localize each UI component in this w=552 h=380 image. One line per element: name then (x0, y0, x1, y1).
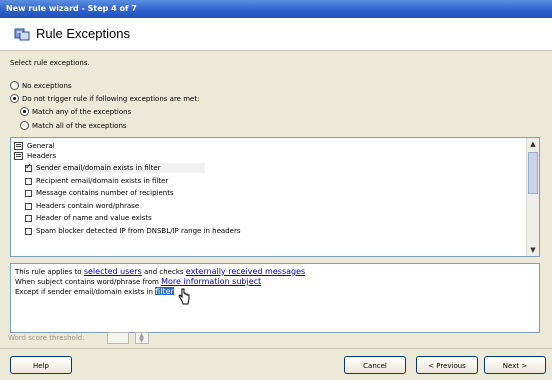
radio-button[interactable] (20, 107, 29, 116)
radio-match-any[interactable]: Match any of the exceptions (20, 107, 131, 116)
description-line: This rule applies to selected users and … (15, 267, 535, 277)
group-label: General (27, 142, 55, 150)
radio-label: Match any of the exceptions (32, 107, 132, 116)
exceptions-list[interactable]: General Headers Sender email/domain exis… (10, 137, 540, 257)
next-button[interactable]: Next > (484, 356, 546, 374)
radio-label: No exceptions (22, 81, 72, 90)
hand-cursor-icon (178, 288, 190, 305)
group-label: Headers (27, 152, 57, 160)
wizard-window: New rule wizard - Step 4 of 7 Rule Excep… (0, 0, 552, 380)
list-scrollbar[interactable]: ▲ ▼ (526, 138, 539, 256)
wizard-content: Select rule exceptions. No exceptions Do… (0, 51, 552, 341)
radio-button[interactable] (10, 94, 19, 103)
threshold-spinner[interactable]: ▲ ▼ (134, 332, 149, 344)
list-item[interactable]: Spam blocker detected IP from DNSBL/IP r… (25, 226, 240, 236)
checkbox[interactable] (25, 162, 32, 172)
selected-users-link[interactable]: selected users (84, 267, 142, 276)
radio-do-not-trigger[interactable]: Do not trigger rule if following excepti… (10, 94, 199, 103)
description-line: Except if sender email/domain exists in … (15, 287, 535, 297)
checkbox[interactable] (25, 214, 32, 222)
list-item-label: Sender email/domain exists in filter (36, 164, 161, 172)
radio-label: Do not trigger rule if following excepti… (22, 94, 200, 103)
title-bar: New rule wizard - Step 4 of 7 (0, 0, 552, 18)
radio-button[interactable] (20, 121, 29, 130)
instructions-text: Select rule exceptions. (10, 59, 90, 67)
list-item-label: Recipient email/domain exists in filter (36, 177, 169, 185)
description-line: When subject contains word/phrase from M… (15, 277, 535, 287)
description-text: When subject contains word/phrase from (15, 278, 159, 286)
scroll-down-icon[interactable]: ▼ (528, 245, 538, 255)
list-item[interactable]: Message contains number of recipients (25, 188, 174, 198)
checkbox[interactable] (25, 177, 32, 185)
filter-link[interactable]: filter (155, 287, 174, 296)
scroll-up-icon[interactable]: ▲ (528, 139, 538, 149)
radio-match-all[interactable]: Match all of the exceptions (20, 121, 127, 130)
description-text: This rule applies to (15, 268, 82, 276)
checkbox[interactable] (25, 227, 32, 235)
description-text: and checks (144, 268, 184, 276)
page-title: Rule Exceptions (36, 26, 130, 41)
description-text: Except if sender email/domain exists in (15, 288, 153, 296)
checkbox[interactable] (25, 189, 32, 197)
radio-label: Match all of the exceptions (32, 121, 127, 130)
rule-description: This rule applies to selected users and … (10, 263, 540, 333)
list-item[interactable]: Sender email/domain exists in filter (25, 162, 205, 173)
list-item-label: Headers contain word/phrase (36, 202, 140, 210)
list-item[interactable]: Header of name and value exists (25, 213, 152, 223)
word-score-threshold: Word score threshold: ▲ ▼ (8, 332, 149, 344)
list-item-label: Header of name and value exists (36, 214, 152, 222)
threshold-label: Word score threshold: (8, 334, 85, 342)
tree-group-general[interactable]: General (14, 141, 55, 151)
wizard-icon (14, 28, 30, 41)
tree-group-headers[interactable]: Headers (14, 151, 56, 161)
threshold-input[interactable] (106, 332, 129, 344)
externally-received-link[interactable]: externally received messages (186, 267, 305, 276)
cancel-button[interactable]: Cancel (344, 356, 406, 374)
wizard-header: Rule Exceptions (0, 18, 552, 51)
expand-icon[interactable] (14, 152, 23, 160)
list-item[interactable]: Headers contain word/phrase (25, 201, 139, 211)
checkbox[interactable] (25, 202, 32, 210)
collapse-icon[interactable] (14, 142, 23, 150)
list-item[interactable]: Recipient email/domain exists in filter (25, 176, 168, 186)
previous-button[interactable]: < Previous (416, 356, 478, 374)
window-title: New rule wizard - Step 4 of 7 (6, 4, 137, 13)
radio-button[interactable] (10, 81, 19, 90)
list-item-label: Message contains number of recipients (36, 189, 174, 197)
radio-no-exceptions[interactable]: No exceptions (10, 81, 72, 90)
scroll-thumb[interactable] (528, 152, 538, 194)
subject-phrase-link[interactable]: More information subject (161, 277, 261, 286)
help-button[interactable]: Help (10, 356, 72, 374)
button-bar: Help Cancel < Previous Next > (0, 348, 552, 380)
list-item-label: Spam blocker detected IP from DNSBL/IP r… (36, 227, 241, 235)
